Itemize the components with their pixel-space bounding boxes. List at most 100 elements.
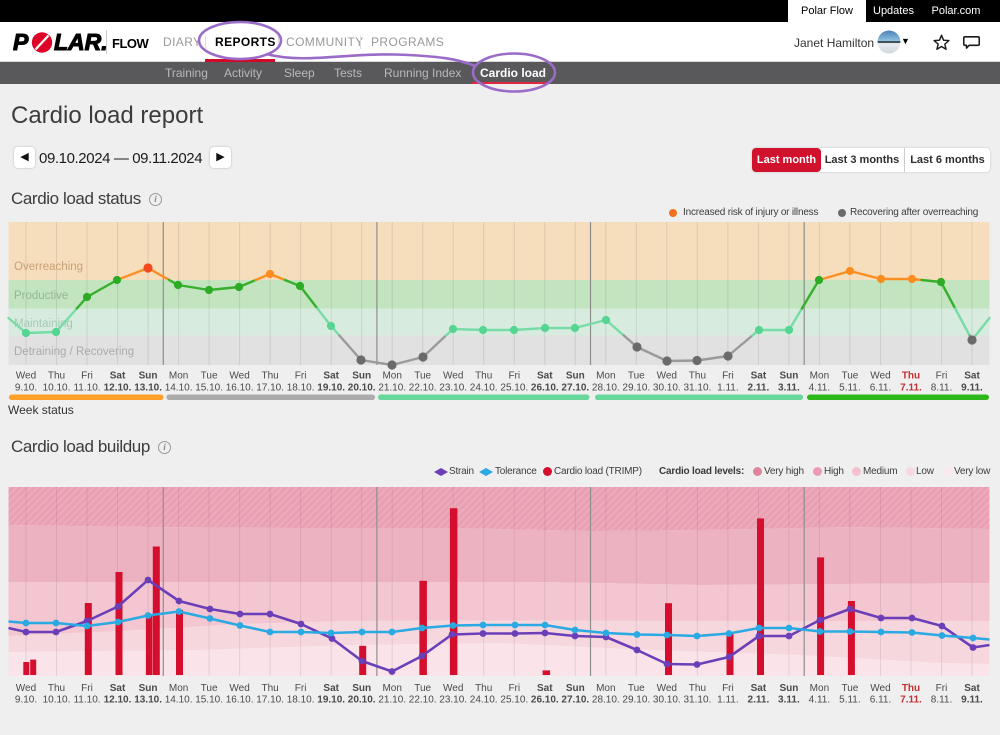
- svg-text:Mon: Mon: [169, 371, 188, 382]
- svg-text:5.11.: 5.11.: [839, 695, 861, 706]
- svg-text:Sat: Sat: [323, 683, 339, 694]
- svg-text:Sun: Sun: [352, 371, 371, 382]
- svg-text:Fri: Fri: [81, 371, 93, 382]
- svg-text:Mon: Mon: [596, 371, 615, 382]
- svg-text:17.10.: 17.10.: [256, 383, 284, 394]
- svg-text:Thu: Thu: [475, 371, 492, 382]
- svg-text:Sun: Sun: [139, 683, 158, 694]
- svg-text:9.10.: 9.10.: [15, 383, 37, 394]
- svg-text:Tue: Tue: [414, 683, 431, 694]
- svg-text:Wed: Wed: [443, 683, 463, 694]
- svg-text:Sun: Sun: [566, 371, 585, 382]
- svg-text:7.11.: 7.11.: [900, 695, 922, 706]
- svg-text:Mon: Mon: [810, 371, 829, 382]
- svg-text:Tue: Tue: [201, 683, 218, 694]
- svg-text:Fri: Fri: [508, 371, 520, 382]
- svg-text:Thu: Thu: [689, 683, 706, 694]
- svg-text:2.11.: 2.11.: [748, 695, 770, 706]
- svg-text:30.10.: 30.10.: [653, 383, 681, 394]
- svg-text:Fri: Fri: [722, 683, 734, 694]
- svg-text:Thu: Thu: [475, 683, 492, 694]
- svg-text:14.10.: 14.10.: [165, 695, 193, 706]
- svg-text:Wed: Wed: [16, 371, 36, 382]
- svg-text:23.10.: 23.10.: [439, 383, 467, 394]
- svg-text:27.10.: 27.10.: [561, 383, 589, 394]
- svg-text:Sun: Sun: [352, 683, 371, 694]
- svg-text:Wed: Wed: [870, 371, 890, 382]
- svg-text:12.10.: 12.10.: [104, 383, 132, 394]
- svg-text:1.11.: 1.11.: [717, 695, 739, 706]
- svg-text:Mon: Mon: [169, 683, 188, 694]
- svg-text:18.10.: 18.10.: [287, 695, 315, 706]
- svg-text:22.10.: 22.10.: [409, 383, 437, 394]
- svg-text:29.10.: 29.10.: [622, 695, 650, 706]
- svg-text:Overreaching: Overreaching: [14, 261, 83, 273]
- svg-text:17.10.: 17.10.: [256, 695, 284, 706]
- svg-text:25.10.: 25.10.: [500, 383, 528, 394]
- svg-text:Wed: Wed: [229, 371, 249, 382]
- svg-text:Tue: Tue: [414, 371, 431, 382]
- svg-text:22.10.: 22.10.: [409, 695, 437, 706]
- svg-text:8.11.: 8.11.: [931, 383, 953, 394]
- svg-text:23.10.: 23.10.: [439, 695, 467, 706]
- svg-text:6.11.: 6.11.: [870, 695, 892, 706]
- svg-text:Fri: Fri: [295, 371, 307, 382]
- svg-text:16.10.: 16.10.: [226, 695, 254, 706]
- svg-text:26.10.: 26.10.: [531, 383, 559, 394]
- svg-text:3.11.: 3.11.: [778, 695, 800, 706]
- svg-text:24.10.: 24.10.: [470, 383, 498, 394]
- svg-text:3.11.: 3.11.: [778, 383, 800, 394]
- svg-text:Sat: Sat: [751, 683, 767, 694]
- svg-text:Fri: Fri: [936, 371, 948, 382]
- svg-text:11.10.: 11.10.: [73, 383, 100, 394]
- svg-text:5.11.: 5.11.: [839, 383, 861, 394]
- svg-text:9.11.: 9.11.: [961, 383, 983, 394]
- svg-text:Tue: Tue: [201, 371, 218, 382]
- svg-text:Thu: Thu: [261, 371, 278, 382]
- svg-text:Sat: Sat: [537, 683, 553, 694]
- svg-text:19.10.: 19.10.: [317, 383, 345, 394]
- svg-text:Sun: Sun: [139, 371, 158, 382]
- svg-text:Sun: Sun: [779, 683, 798, 694]
- svg-text:8.11.: 8.11.: [931, 695, 953, 706]
- svg-text:10.10.: 10.10.: [43, 695, 71, 706]
- svg-text:Sat: Sat: [964, 371, 980, 382]
- svg-text:Fri: Fri: [81, 683, 93, 694]
- svg-text:Fri: Fri: [722, 371, 734, 382]
- svg-text:18.10.: 18.10.: [287, 383, 315, 394]
- svg-text:Sat: Sat: [323, 371, 339, 382]
- svg-text:21.10.: 21.10.: [378, 383, 406, 394]
- svg-text:7.11.: 7.11.: [900, 383, 922, 394]
- svg-text:Tue: Tue: [628, 683, 645, 694]
- svg-text:16.10.: 16.10.: [226, 383, 254, 394]
- svg-text:24.10.: 24.10.: [470, 695, 498, 706]
- svg-text:1.11.: 1.11.: [717, 383, 739, 394]
- svg-text:Productive: Productive: [14, 290, 68, 302]
- svg-text:Fri: Fri: [508, 683, 520, 694]
- svg-text:Thu: Thu: [261, 683, 278, 694]
- svg-text:Wed: Wed: [229, 683, 249, 694]
- svg-text:11.10.: 11.10.: [73, 695, 100, 706]
- svg-text:19.10.: 19.10.: [317, 695, 345, 706]
- svg-text:9.10.: 9.10.: [15, 695, 37, 706]
- svg-text:4.11.: 4.11.: [809, 695, 831, 706]
- svg-text:20.10.: 20.10.: [348, 695, 376, 706]
- svg-text:Sun: Sun: [566, 683, 585, 694]
- svg-text:Wed: Wed: [657, 683, 677, 694]
- svg-text:27.10.: 27.10.: [561, 695, 589, 706]
- svg-text:13.10.: 13.10.: [134, 383, 162, 394]
- svg-text:28.10.: 28.10.: [592, 383, 620, 394]
- svg-text:Tue: Tue: [841, 683, 858, 694]
- svg-text:14.10.: 14.10.: [165, 383, 193, 394]
- svg-text:Sat: Sat: [751, 371, 767, 382]
- svg-text:28.10.: 28.10.: [592, 695, 620, 706]
- svg-text:Mon: Mon: [382, 371, 401, 382]
- svg-text:Wed: Wed: [657, 371, 677, 382]
- svg-text:Thu: Thu: [48, 683, 65, 694]
- svg-text:Mon: Mon: [596, 683, 615, 694]
- svg-text:26.10.: 26.10.: [531, 695, 559, 706]
- svg-text:9.11.: 9.11.: [961, 695, 983, 706]
- svg-text:Sat: Sat: [110, 371, 126, 382]
- svg-text:Sat: Sat: [110, 683, 126, 694]
- svg-text:Wed: Wed: [870, 683, 890, 694]
